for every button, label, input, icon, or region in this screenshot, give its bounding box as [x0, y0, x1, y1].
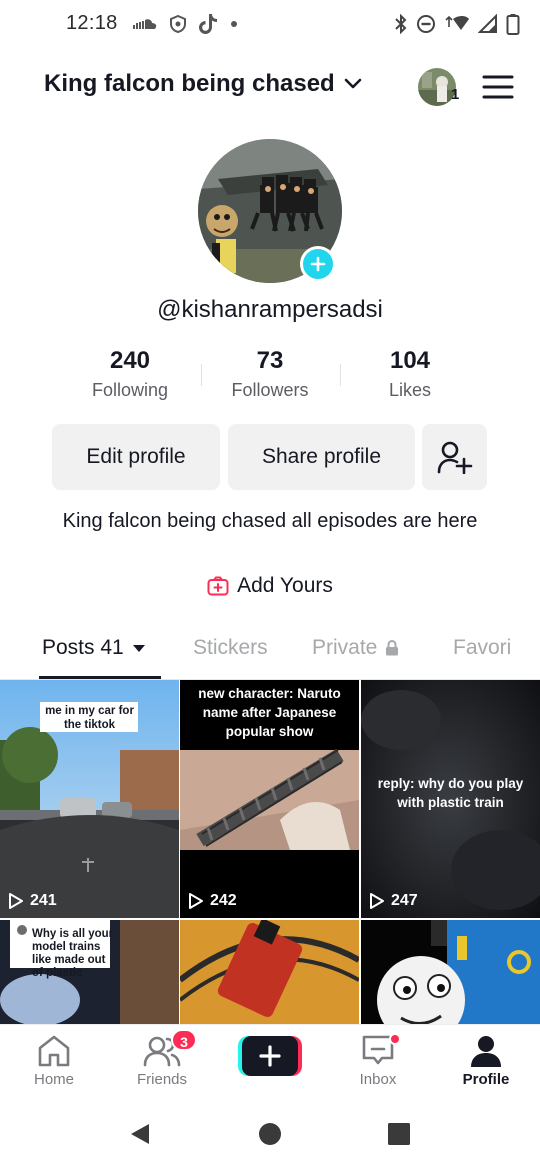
friends-badge: 3 [171, 1029, 197, 1051]
followers-count: 73 [256, 347, 284, 374]
followers-label: Followers [231, 380, 309, 400]
video-caption: me in my car for the tiktok [45, 705, 134, 731]
video-tile[interactable] [361, 920, 540, 1024]
back-icon[interactable] [128, 1122, 152, 1146]
nav-profile-label: Profile [462, 1071, 510, 1088]
menu-icon[interactable] [482, 74, 514, 100]
video-tile[interactable]: new character: Naruto name after Japanes… [180, 680, 359, 918]
soundcloud-icon [133, 19, 157, 29]
account-switcher[interactable]: King falcon being chased [44, 70, 363, 98]
tab-posts[interactable]: Posts 41 [42, 636, 146, 660]
likes-label: Likes [388, 380, 432, 400]
video-tile[interactable]: reply: why do you play with plastic trai… [361, 680, 540, 918]
lock-icon [386, 640, 399, 656]
edit-profile-button[interactable]: Edit profile [52, 424, 220, 490]
nav-home[interactable]: Home [9, 1033, 99, 1088]
share-profile-button[interactable]: Share profile [228, 424, 415, 490]
following-count: 240 [109, 347, 151, 374]
view-count: 242 [188, 892, 237, 910]
profile-stats: 240 Following 73 Followers 104 Likes [60, 346, 480, 410]
bottom-nav: Home 3 Friends Inbox Profile [0, 1024, 540, 1098]
video-tile[interactable]: Why is all your model trains like made o… [0, 920, 179, 1024]
home-circle-icon[interactable] [258, 1122, 282, 1146]
following-label: Following [91, 380, 169, 400]
nav-friends-label: Friends [136, 1071, 188, 1088]
video-caption: Why is all your model trains like made o… [32, 928, 114, 979]
account-name: King falcon being chased [44, 70, 335, 97]
plus-icon [310, 256, 326, 272]
cell-signal-icon [478, 14, 497, 33]
view-count-value: 242 [210, 892, 237, 909]
tab-stickers[interactable]: Stickers [193, 636, 268, 660]
tab-private-label: Private [312, 636, 378, 659]
add-yours-label: Add Yours [237, 574, 333, 597]
nav-inbox[interactable]: Inbox [333, 1033, 423, 1088]
tab-private[interactable]: Private [312, 636, 399, 660]
view-count: 247 [369, 892, 418, 910]
add-person-icon [437, 441, 472, 474]
add-friend-button[interactable] [422, 424, 487, 490]
tab-underline [39, 676, 161, 679]
play-icon [9, 893, 23, 909]
tab-posts-count: 41 [100, 636, 124, 659]
dot-icon [231, 21, 237, 27]
nav-home-label: Home [33, 1071, 74, 1088]
likes-stat[interactable]: 104 Likes [340, 346, 480, 401]
top-bar: King falcon being chased 1 [0, 62, 540, 114]
profile-tabs: Posts 41 Stickers Private Favori [0, 620, 540, 680]
system-nav-bar [0, 1098, 540, 1170]
status-right-icons [394, 10, 520, 38]
video-caption: new character: Naruto name after Japanes… [198, 686, 341, 739]
view-count-value: 241 [30, 892, 57, 909]
following-stat[interactable]: 240 Following [60, 346, 200, 401]
tab-favorites[interactable]: Favori [453, 636, 511, 660]
followers-stat[interactable]: 73 Followers [200, 346, 340, 401]
inbox-notification-dot [389, 1033, 401, 1045]
status-left-icons [132, 10, 238, 38]
view-count: 241 [8, 892, 57, 910]
tiktok-icon [199, 14, 217, 34]
chevron-down-icon [344, 78, 362, 89]
play-icon [189, 893, 203, 909]
status-bar: 12:18 [0, 0, 540, 50]
video-tile[interactable] [180, 920, 359, 1024]
bluetooth-icon [395, 14, 407, 34]
likes-count: 104 [389, 347, 431, 374]
profile-username: @kishanrampersadsi [157, 296, 383, 323]
profile-bio: King falcon being chased all episodes ar… [62, 510, 478, 532]
add-yours-icon [207, 576, 229, 596]
wifi-icon [445, 15, 469, 30]
profile-icon [471, 1036, 501, 1067]
video-caption: reply: why do you play with plastic trai… [377, 776, 524, 810]
view-count-value: 247 [391, 892, 418, 909]
recents-icon[interactable] [387, 1122, 411, 1146]
play-icon [370, 893, 384, 909]
home-icon [38, 1035, 70, 1067]
profile-avatar-wrap [198, 139, 342, 283]
battery-icon [506, 14, 520, 35]
add-yours-link[interactable]: Add Yours [0, 574, 540, 598]
create-button[interactable] [238, 1036, 302, 1076]
nav-profile[interactable]: Profile [441, 1033, 531, 1088]
shield-icon [170, 15, 186, 33]
plus-icon [259, 1045, 281, 1067]
do-not-disturb-icon [417, 15, 435, 33]
nav-inbox-label: Inbox [359, 1071, 397, 1088]
account-count: 1 [451, 86, 460, 103]
nav-friends[interactable]: 3 Friends [117, 1029, 207, 1088]
video-tile[interactable]: me in my car for the tiktok 241 [0, 680, 179, 918]
tab-posts-label: Posts [42, 636, 95, 659]
video-thumbnail [180, 920, 359, 1024]
caret-down-icon [132, 645, 145, 652]
add-avatar-button[interactable] [300, 246, 336, 282]
status-time: 12:18 [66, 12, 118, 34]
video-thumbnail [361, 920, 540, 1024]
video-grid: me in my car for the tiktok 241 new char… [0, 680, 540, 1024]
